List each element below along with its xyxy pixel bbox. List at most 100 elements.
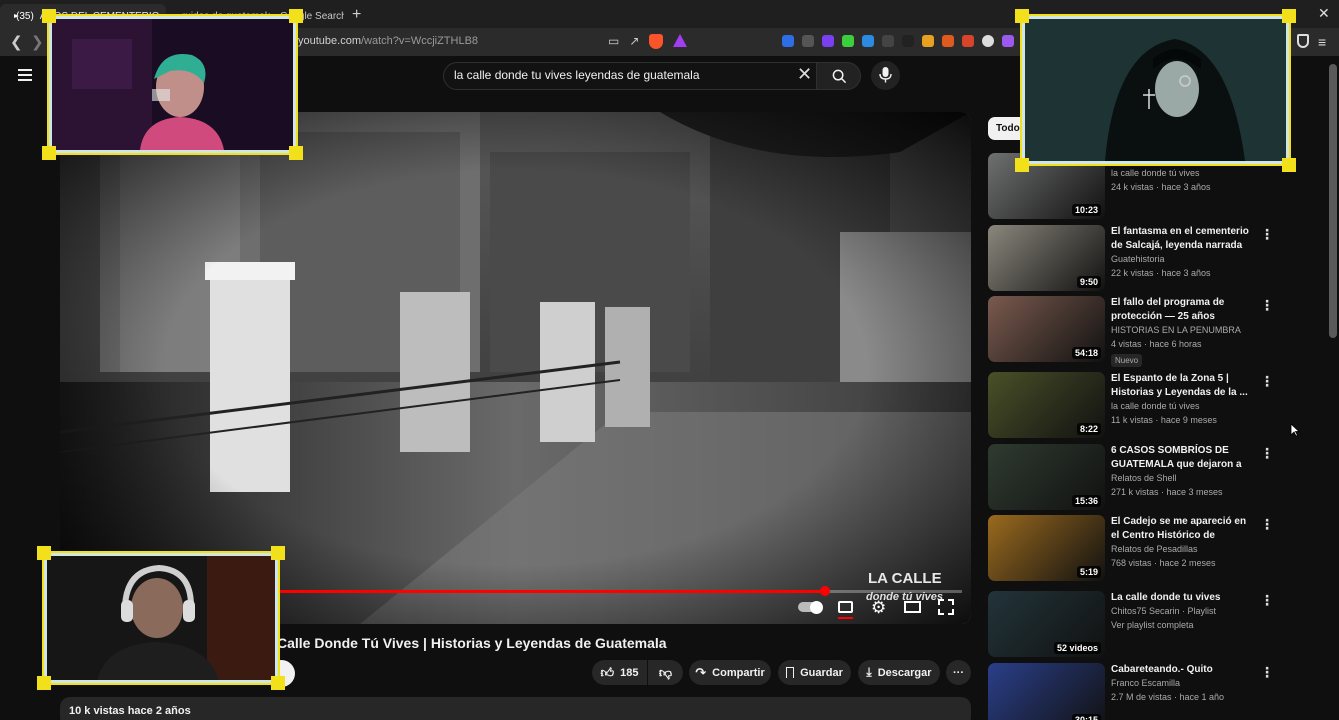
- overlay-frame-corner: [271, 676, 285, 690]
- forward-arrow-icon[interactable]: ❯: [31, 33, 44, 51]
- download-button[interactable]: ⤓ Descargar: [858, 660, 940, 685]
- browser-menu-icon[interactable]: ≡: [1318, 34, 1326, 50]
- recommendation-title[interactable]: El Cadejo se me apareció en el Centro Hi…: [1111, 515, 1256, 543]
- search-input[interactable]: la calle donde tu vives leyendas de guat…: [454, 68, 700, 82]
- recommendation-thumbnail[interactable]: 8:22: [988, 372, 1105, 438]
- new-tab-button[interactable]: +: [344, 6, 369, 24]
- recommendation-channel[interactable]: Franco Escamilla: [1111, 678, 1180, 688]
- recommendation-channel[interactable]: Relatos de Pesadillas: [1111, 544, 1198, 554]
- settings-gear-icon[interactable]: ⚙: [871, 598, 886, 618]
- recommendation-meta: 11 k vistas · hace 9 meses: [1111, 415, 1217, 425]
- recommendation-meta: 271 k vistas · hace 3 meses: [1111, 487, 1223, 497]
- recommendation-item[interactable]: 54:18 El fallo del programa de protección…: [988, 296, 1293, 367]
- recommendation-title[interactable]: La calle donde tu vives: [1111, 591, 1256, 605]
- extension-icon[interactable]: [802, 35, 814, 47]
- more-actions-button[interactable]: ···: [946, 660, 971, 685]
- recommendation-title[interactable]: El Espanto de la Zona 5 | Historias y Le…: [1111, 372, 1256, 400]
- extension-icon[interactable]: [922, 35, 934, 47]
- scrubber-handle[interactable]: [820, 586, 830, 596]
- extension-icon[interactable]: [822, 35, 834, 47]
- extension-icon[interactable]: [1002, 35, 1014, 47]
- recommendation-item[interactable]: 5:19 El Cadejo se me apareció en el Centr…: [988, 515, 1293, 583]
- share-label: Compartir: [712, 666, 765, 679]
- recommendation-meta: 2.7 M de vistas · hace 1 año: [1111, 692, 1225, 702]
- more-vertical-icon[interactable]: ⋮: [1260, 664, 1274, 681]
- duration-badge: 54:18: [1071, 347, 1101, 359]
- theater-mode-icon[interactable]: [904, 601, 921, 613]
- back-arrow-icon[interactable]: ❮: [10, 33, 23, 51]
- more-vertical-icon[interactable]: ⋮: [1260, 373, 1274, 390]
- vpn-shield-icon[interactable]: [1297, 34, 1309, 48]
- recommendation-thumbnail[interactable]: 5:19: [988, 515, 1105, 581]
- extension-icon[interactable]: [962, 35, 974, 47]
- extension-icon[interactable]: [902, 35, 914, 47]
- close-window-icon[interactable]: ✕: [1318, 5, 1330, 22]
- recommendation-meta: 768 vistas · hace 2 meses: [1111, 558, 1216, 568]
- recommendation-thumbnail[interactable]: 54:18: [988, 296, 1105, 362]
- recommendation-item[interactable]: 52 videos La calle donde tu vives Chitos75…: [988, 591, 1293, 659]
- more-vertical-icon[interactable]: ⋮: [1260, 226, 1274, 243]
- recommendation-title[interactable]: 6 CASOS SOMBRÍOS DE GUATEMALA que dejaro…: [1111, 444, 1256, 472]
- recommendation-channel[interactable]: la calle donde tú vives: [1111, 168, 1200, 178]
- share-page-icon[interactable]: ↗: [629, 34, 639, 49]
- clear-search-icon[interactable]: ✕: [797, 64, 812, 85]
- share-arrow-icon: ↷: [695, 664, 707, 680]
- recommendation-item[interactable]: 15:36 6 CASOS SOMBRÍOS DE GUATEMALA que d…: [988, 444, 1293, 512]
- video-player[interactable]: [60, 112, 971, 624]
- extension-icon[interactable]: [862, 35, 874, 47]
- subtitles-icon[interactable]: [838, 601, 853, 613]
- overlay-frame-corner: [37, 676, 51, 690]
- recommendation-thumbnail[interactable]: 30:15: [988, 663, 1105, 720]
- recommendation-title[interactable]: El fallo del programa de protección — 25…: [1111, 296, 1256, 324]
- like-button[interactable]: 👍︎ 185: [592, 660, 647, 685]
- recommendation-channel[interactable]: Guatehistoria: [1111, 254, 1165, 264]
- recommendation-channel[interactable]: Chitos75 Secarin · Playlist: [1111, 606, 1216, 616]
- recommendation-thumbnail[interactable]: 15:36: [988, 444, 1105, 510]
- search-button[interactable]: [816, 62, 861, 90]
- recommendation-item[interactable]: 30:15 Cabareteando.- Quito Franco Escamill…: [988, 663, 1293, 720]
- duration-badge: 30:15: [1071, 714, 1101, 720]
- recommendation-channel[interactable]: la calle donde tú vives: [1111, 401, 1200, 411]
- page-scrollbar[interactable]: [1329, 64, 1337, 338]
- recommendation-thumbnail[interactable]: 52 videos: [988, 591, 1105, 657]
- extension-icon[interactable]: [942, 35, 954, 47]
- recommendation-channel[interactable]: HISTORIAS EN LA PENUMBRA: [1111, 325, 1241, 335]
- voice-search-button[interactable]: [871, 61, 900, 90]
- address-bar-actions: ▭ ↗: [608, 34, 688, 49]
- guide-menu-icon[interactable]: [18, 69, 32, 84]
- extension-icon[interactable]: [882, 35, 894, 47]
- microphone-icon: [879, 67, 892, 83]
- more-vertical-icon[interactable]: ⋮: [1260, 592, 1274, 609]
- overlay-frame-corner: [37, 546, 51, 560]
- more-vertical-icon[interactable]: ⋮: [1260, 297, 1274, 314]
- fullscreen-icon[interactable]: [938, 599, 954, 615]
- more-vertical-icon[interactable]: ⋮: [1260, 516, 1274, 533]
- extension-icon[interactable]: [782, 35, 794, 47]
- dislike-button[interactable]: 👎︎: [648, 660, 683, 685]
- overlay-frame-corner: [289, 146, 303, 160]
- url-field[interactable]: youtube.com/watch?v=WccjiZTHLB8: [298, 35, 478, 47]
- recommendation-channel[interactable]: Relatos de Shell: [1111, 473, 1177, 483]
- overlay-frame-corner: [42, 9, 56, 23]
- webcam-feed-person: [52, 19, 293, 150]
- duration-badge: 9:50: [1076, 276, 1101, 288]
- url-path: /watch?v=WccjiZTHLB8: [360, 35, 479, 47]
- recommendation-item[interactable]: 8:22 El Espanto de la Zona 5 | Historias …: [988, 372, 1293, 440]
- description-box[interactable]: [60, 697, 971, 720]
- recommendation-title[interactable]: Cabareteando.- Quito: [1111, 663, 1256, 677]
- recommendation-item[interactable]: 9:50 El fantasma en el cementerio de Salc…: [988, 225, 1293, 293]
- overlay-frame-corner: [1015, 9, 1029, 23]
- cast-icon[interactable]: ▭: [608, 34, 619, 49]
- brave-shields-icon[interactable]: [649, 34, 664, 49]
- duration-badge: 5:19: [1076, 566, 1101, 578]
- recommendation-title[interactable]: El fantasma en el cementerio de Salcajá,…: [1111, 225, 1256, 253]
- brave-rewards-icon[interactable]: [673, 34, 688, 47]
- save-button[interactable]: Guardar: [778, 660, 851, 685]
- extension-icon[interactable]: [842, 35, 854, 47]
- more-vertical-icon[interactable]: ⋮: [1260, 445, 1274, 462]
- share-button[interactable]: ↷ Compartir: [689, 660, 771, 685]
- subtitles-active-bar: [838, 617, 853, 619]
- recommendation-thumbnail[interactable]: 9:50: [988, 225, 1105, 291]
- video-thumbnail-hooded-figure: [1025, 19, 1286, 161]
- extension-icon[interactable]: [982, 35, 994, 47]
